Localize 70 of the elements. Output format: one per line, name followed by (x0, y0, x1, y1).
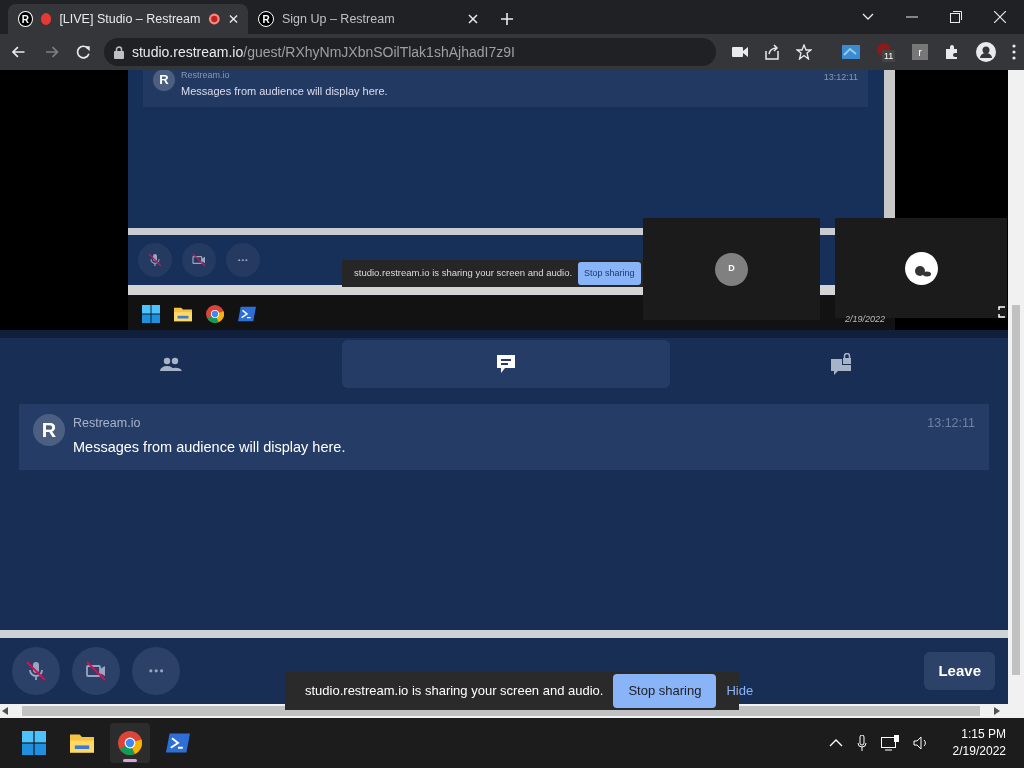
favicon-icon: R (258, 11, 274, 27)
microphone-off-icon (147, 252, 163, 268)
close-icon[interactable] (468, 14, 478, 24)
terminal-icon[interactable] (238, 304, 256, 323)
sharing-text: studio.restream.io is sharing your screen and audio. (305, 682, 604, 701)
favicon-icon: R (18, 11, 33, 27)
menu-icon[interactable] (1012, 44, 1016, 60)
avatar-icon: D (715, 252, 748, 286)
author-name: Restream.io (181, 71, 231, 81)
windows-icon (22, 731, 46, 755)
stop-sharing-button[interactable]: Stop sharing (613, 674, 717, 708)
terminal-icon (166, 731, 190, 755)
url-text: studio.restream.io/guest/RXhyNmJXbnSOilTlak1shAjhadI7z9I (132, 42, 515, 62)
more-icon (148, 669, 164, 673)
restore-icon[interactable] (950, 11, 962, 23)
new-tab-icon[interactable] (500, 12, 514, 26)
browser-tab[interactable]: R [LIVE] Studio – Restream (8, 4, 248, 34)
close-icon[interactable] (229, 14, 238, 24)
share-icon[interactable] (764, 44, 780, 60)
mic-button[interactable] (138, 243, 172, 277)
camera-button[interactable] (182, 243, 216, 277)
badge-count: 11 (882, 50, 896, 62)
lock-icon (114, 45, 124, 59)
message-text: Messages from audience will display here. (73, 437, 346, 457)
time-text: 1:15 PM (960, 726, 1006, 743)
scroll-left-icon[interactable] (2, 707, 8, 715)
star-icon[interactable] (796, 44, 812, 60)
chevron-down-icon[interactable] (862, 13, 874, 21)
chat-icon (496, 354, 516, 374)
avatar-icon (904, 251, 938, 285)
address-bar[interactable]: studio.restream.io/guest/RXhyNmJXbnSOilTlak1shAjhadI7z9I (104, 38, 716, 66)
camera-off-icon (191, 252, 207, 268)
fullscreen-icon[interactable] (998, 306, 1006, 318)
date-text: 2/19/2022 (952, 743, 1006, 760)
leave-button[interactable]: Leave (924, 651, 995, 691)
scrollbar[interactable] (1008, 70, 1024, 718)
message-text: Messages from audience will display here. (181, 83, 388, 99)
profile-icon[interactable] (976, 42, 996, 62)
author-name: Restream.io (73, 415, 142, 432)
sharing-text: studio.restream.io is sharing your screen and audio. (354, 266, 573, 281)
browser-tab[interactable]: R Sign Up – Restream (248, 4, 488, 34)
microphone-icon[interactable] (856, 735, 867, 751)
people-icon (160, 357, 182, 371)
timestamp: 13:12:11 (927, 415, 975, 432)
timestamp: 13:12:11 (823, 71, 858, 84)
windows-icon[interactable] (142, 304, 160, 323)
browser-icon (118, 731, 142, 755)
clock[interactable]: 1:15 PM 2/19/2022 (952, 726, 1006, 760)
extension-icon[interactable]: r (912, 44, 928, 60)
tab-title: Sign Up – Restream (282, 10, 396, 28)
more-icon (238, 258, 248, 262)
network-icon[interactable] (880, 735, 899, 751)
microphone-button[interactable] (12, 647, 60, 695)
puzzle-icon[interactable] (944, 44, 960, 60)
browser-icon[interactable] (206, 304, 224, 323)
video-camera-icon[interactable] (732, 46, 748, 58)
scroll-right-icon[interactable] (994, 707, 1000, 715)
chevron-up-icon[interactable] (828, 739, 843, 747)
speaker-icon[interactable] (912, 736, 929, 750)
avatar-icon: R (153, 70, 175, 91)
private-chat-icon (830, 353, 852, 375)
stop-sharing-button[interactable]: Stop sharing (578, 261, 641, 286)
recording-indicator-icon (208, 12, 221, 26)
avatar-icon: R (33, 414, 65, 446)
hide-button[interactable]: Hide (726, 681, 754, 701)
camera-button[interactable] (72, 647, 120, 695)
date-text: 2/19/2022 (845, 313, 886, 326)
taskbar-app[interactable] (110, 723, 150, 763)
close-icon[interactable] (994, 11, 1006, 23)
tab-title: [LIVE] Studio – Restream (59, 10, 201, 28)
